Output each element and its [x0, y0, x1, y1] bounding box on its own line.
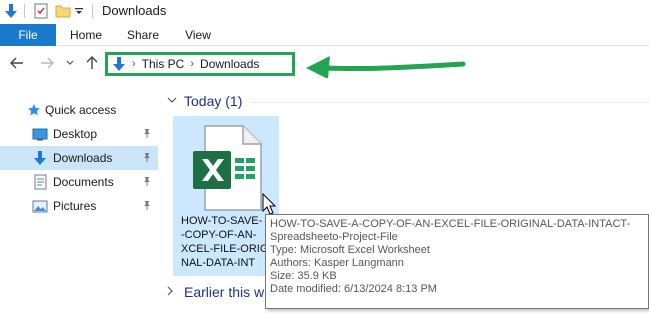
- breadcrumb-separator-icon: ›: [132, 58, 136, 70]
- sidebar-item-desktop[interactable]: Desktop: [0, 122, 158, 146]
- pin-icon[interactable]: [142, 200, 152, 213]
- tab-view[interactable]: View: [176, 24, 220, 46]
- tooltip-line: Type: Microsoft Excel Worksheet: [270, 244, 430, 256]
- group-header-earlier[interactable]: Earlier this w: [167, 284, 264, 300]
- chevron-down-icon: [167, 96, 177, 107]
- back-arrow-icon[interactable]: [10, 56, 24, 70]
- sidebar-item-pictures[interactable]: Pictures: [0, 194, 158, 218]
- sidebar-item-downloads[interactable]: Downloads: [0, 146, 158, 170]
- chevron-right-icon: [167, 286, 177, 299]
- title-separator: [92, 4, 93, 18]
- file-name-line: XCEL-FILE-ORIG: [181, 243, 269, 255]
- sidebar-item-label: Quick access: [45, 103, 117, 117]
- desktop-icon: [32, 126, 48, 142]
- up-arrow-icon[interactable]: [85, 56, 99, 70]
- sidebar-item-label: Documents: [53, 175, 114, 189]
- file-name-line: -COPY-OF-AN-: [181, 229, 257, 241]
- recent-locations-chevron-icon[interactable]: [65, 56, 75, 70]
- forward-arrow-icon[interactable]: [40, 56, 54, 70]
- annotation-arrow-icon: [306, 56, 466, 78]
- breadcrumb-this-pc[interactable]: This PC: [142, 57, 185, 71]
- sidebar-item-label: Downloads: [53, 151, 113, 165]
- tab-home[interactable]: Home: [63, 24, 109, 46]
- tab-share[interactable]: Share: [120, 24, 166, 46]
- documents-icon: [32, 174, 48, 190]
- address-bar[interactable]: › This PC › Downloads: [105, 52, 295, 76]
- new-folder-icon[interactable]: [54, 2, 72, 20]
- sidebar-item-documents[interactable]: Documents: [0, 170, 158, 194]
- customize-toolbar-icon[interactable]: [73, 2, 85, 20]
- properties-icon[interactable]: [32, 2, 50, 20]
- tooltip-line: Date modified: 6/13/2024 8:13 PM: [270, 283, 437, 295]
- file-info-tooltip: HOW-TO-SAVE-A-COPY-OF-AN-EXCEL-FILE-ORIG…: [265, 214, 649, 309]
- breadcrumb-separator-icon: ›: [190, 58, 195, 70]
- pictures-icon: [32, 198, 48, 214]
- group-header-label: Today (1): [184, 93, 243, 109]
- downloads-icon: [32, 150, 48, 166]
- file-explorer-window: Downloads File Home Share View › This PC…: [0, 0, 649, 316]
- navigation-pane: Quick access Desktop Downloads Documents…: [0, 96, 160, 316]
- tooltip-line: Size: 35.9 KB: [270, 270, 337, 282]
- group-header-today[interactable]: Today (1): [167, 93, 242, 109]
- file-name-line: HOW-TO-SAVE-: [181, 215, 263, 227]
- window-title: Downloads: [102, 3, 167, 18]
- tooltip-line: Spreadsheeto-Project-File: [270, 231, 398, 243]
- download-arrow-icon: [2, 2, 20, 20]
- star-icon: [26, 102, 42, 118]
- group-divider: [252, 102, 649, 103]
- group-header-label: Earlier this w: [184, 284, 265, 300]
- tooltip-line: Authors: Kasper Langmann: [270, 257, 404, 269]
- title-bar: Downloads: [0, 0, 649, 24]
- title-separator: [24, 4, 25, 18]
- excel-file-icon: [193, 125, 262, 211]
- sidebar-item-quick-access[interactable]: Quick access: [0, 98, 158, 122]
- file-name-line: NAL-DATA-INT: [181, 257, 256, 269]
- tab-file[interactable]: File: [0, 24, 56, 46]
- breadcrumb: › This PC › Downloads: [108, 55, 259, 73]
- breadcrumb-downloads[interactable]: Downloads: [200, 57, 259, 71]
- downloads-location-icon: [112, 56, 126, 72]
- pin-icon[interactable]: [142, 176, 152, 189]
- pin-icon[interactable]: [142, 152, 152, 165]
- file-name-label: HOW-TO-SAVE- -COPY-OF-AN- XCEL-FILE-ORIG…: [181, 214, 275, 270]
- pin-icon[interactable]: [142, 128, 152, 141]
- ribbon-tabs: File Home Share View: [0, 24, 649, 46]
- sidebar-item-label: Desktop: [53, 127, 98, 141]
- tooltip-line: HOW-TO-SAVE-A-COPY-OF-AN-EXCEL-FILE-ORIG…: [270, 218, 631, 230]
- mouse-cursor-icon: [262, 193, 276, 215]
- sidebar-item-label: Pictures: [53, 199, 97, 213]
